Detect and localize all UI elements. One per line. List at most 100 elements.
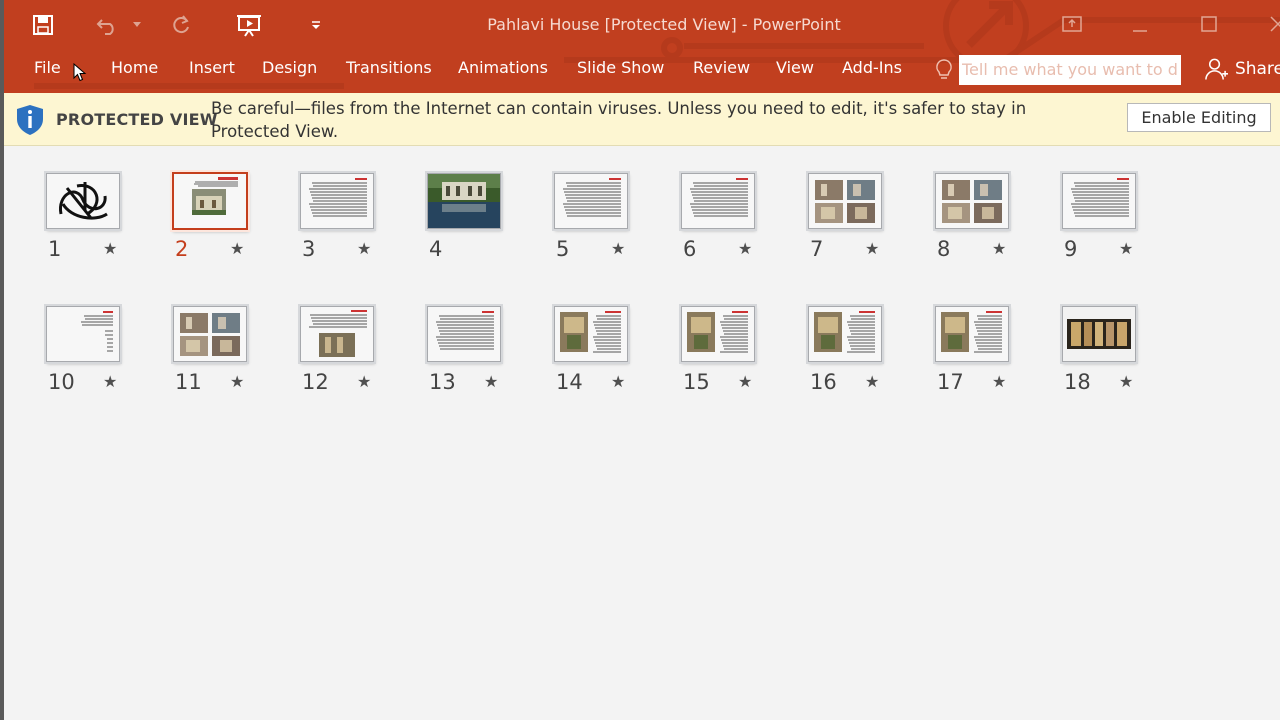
enable-editing-button[interactable]: Enable Editing (1127, 103, 1271, 132)
slide-thumbnail-10[interactable]: 10 ★ (6, 279, 126, 393)
tab-design[interactable]: Design (262, 55, 317, 83)
slide-number: 10 (48, 370, 75, 394)
save-button[interactable] (28, 10, 58, 40)
animation-star-icon[interactable]: ★ (865, 373, 879, 391)
slide-thumbnail-14[interactable]: 14 ★ (514, 279, 634, 393)
customize-toolbar-button[interactable] (306, 10, 326, 40)
slide-preview[interactable] (1062, 173, 1136, 229)
animation-star-icon[interactable]: ★ (611, 373, 625, 391)
slide-preview[interactable] (300, 173, 374, 229)
animation-star-icon[interactable]: ★ (230, 240, 244, 258)
share-button[interactable]: Share (1204, 54, 1280, 84)
slide-sorter: 1 ★ 2 ★ 3 ★ 4 5 ★ 6 ★ 7 ★ 8 ★ 9 ★ 10 ★ 11 ★ 12 ★ 13 ★ 14 ★ 15 ★ 16 ★ 17… (4, 146, 1280, 720)
slide-thumbnail-3[interactable]: 3 ★ (260, 146, 380, 260)
close-icon (1270, 16, 1280, 32)
slide-number: 13 (429, 370, 456, 394)
protected-view-bar: PROTECTED VIEW Be careful—files from the… (4, 93, 1280, 146)
slide-preview[interactable] (681, 173, 755, 229)
tab-home[interactable]: Home (111, 55, 158, 83)
present-icon (237, 15, 261, 37)
tab-view[interactable]: View (776, 55, 814, 83)
slide-number: 12 (302, 370, 329, 394)
slide-number: 14 (556, 370, 583, 394)
tab-file[interactable]: File (34, 55, 61, 83)
tab-slide-show[interactable]: Slide Show (577, 55, 664, 83)
present-from-beginning-button[interactable] (232, 10, 266, 40)
slide-number: 3 (302, 237, 316, 261)
slide-thumbnail-17[interactable]: 17 ★ (895, 279, 1015, 393)
animation-star-icon[interactable]: ★ (103, 240, 117, 258)
slide-preview[interactable] (935, 173, 1009, 229)
animation-star-icon[interactable]: ★ (992, 373, 1006, 391)
slide-thumbnail-18[interactable]: 18 ★ (1022, 279, 1142, 393)
animation-star-icon[interactable]: ★ (738, 373, 752, 391)
animation-star-icon[interactable]: ★ (611, 240, 625, 258)
undo-dropdown[interactable] (130, 10, 144, 40)
lightbulb-icon (934, 58, 954, 82)
redo-button[interactable] (166, 10, 196, 40)
slide-preview[interactable] (172, 172, 248, 230)
mouse-cursor-icon (73, 63, 87, 82)
minimize-icon (1133, 30, 1147, 32)
slide-thumbnail-5[interactable]: 5 ★ (514, 146, 634, 260)
animation-star-icon[interactable]: ★ (484, 373, 498, 391)
person-icon (1205, 58, 1228, 80)
tab-transitions[interactable]: Transitions (346, 55, 432, 83)
slide-preview[interactable] (554, 306, 628, 362)
slide-thumbnail-15[interactable]: 15 ★ (641, 279, 761, 393)
slide-thumbnail-1[interactable]: 1 ★ (6, 146, 126, 260)
animation-star-icon[interactable]: ★ (1119, 373, 1133, 391)
slide-thumbnail-16[interactable]: 16 ★ (768, 279, 888, 393)
undo-button[interactable] (92, 10, 122, 40)
redo-icon (173, 15, 189, 34)
slide-thumbnail-4[interactable]: 4 (387, 146, 507, 260)
close-button[interactable] (1258, 8, 1280, 40)
slide-thumbnail-8[interactable]: 8 ★ (895, 146, 1015, 260)
animation-star-icon[interactable]: ★ (865, 240, 879, 258)
slide-preview[interactable] (808, 173, 882, 229)
slide-thumbnail-12[interactable]: 12 ★ (260, 279, 380, 393)
animation-star-icon[interactable]: ★ (738, 240, 752, 258)
animation-star-icon[interactable]: ★ (357, 373, 371, 391)
maximize-icon (1201, 16, 1217, 32)
slide-thumbnail-9[interactable]: 9 ★ (1022, 146, 1142, 260)
tab-add-ins[interactable]: Add-Ins (842, 55, 902, 83)
slide-preview[interactable] (808, 306, 882, 362)
animation-star-icon[interactable]: ★ (103, 373, 117, 391)
minimize-button[interactable] (1120, 8, 1160, 40)
slide-number: 1 (48, 237, 62, 261)
slide-preview[interactable] (173, 306, 247, 362)
slide-thumbnail-11[interactable]: 11 ★ (133, 279, 253, 393)
animation-star-icon[interactable]: ★ (230, 373, 244, 391)
slide-preview[interactable] (681, 306, 755, 362)
save-icon (33, 15, 53, 35)
chevron-down-icon (133, 22, 141, 27)
maximize-button[interactable] (1189, 8, 1229, 40)
slide-preview[interactable] (46, 173, 120, 229)
slide-thumbnail-2[interactable]: 2 ★ (133, 146, 253, 260)
animation-star-icon[interactable]: ★ (1119, 240, 1133, 258)
tab-animations[interactable]: Animations (458, 55, 548, 83)
slide-preview[interactable] (427, 173, 501, 229)
tell-me-input[interactable] (959, 55, 1178, 83)
tab-review[interactable]: Review (693, 55, 750, 83)
tell-me-box[interactable] (959, 55, 1181, 85)
slide-thumbnail-13[interactable]: 13 ★ (387, 279, 507, 393)
protected-view-message: Be careful—files from the Internet can c… (211, 99, 1027, 141)
slide-thumbnail-7[interactable]: 7 ★ (768, 146, 888, 260)
slide-preview[interactable] (554, 173, 628, 229)
ribbon-display-options-button[interactable] (1052, 8, 1092, 40)
share-label: Share (1234, 59, 1280, 79)
slide-preview[interactable] (427, 306, 501, 362)
animation-star-icon[interactable]: ★ (992, 240, 1006, 258)
slide-preview[interactable] (935, 306, 1009, 362)
slide-number: 15 (683, 370, 710, 394)
slide-preview[interactable] (1062, 306, 1136, 362)
slide-preview[interactable] (300, 306, 374, 362)
animation-star-icon[interactable]: ★ (357, 240, 371, 258)
tab-insert[interactable]: Insert (189, 55, 235, 83)
slide-preview[interactable] (46, 306, 120, 362)
protected-view-title: PROTECTED VIEW (56, 110, 218, 129)
undo-icon (96, 19, 114, 35)
slide-thumbnail-6[interactable]: 6 ★ (641, 146, 761, 260)
